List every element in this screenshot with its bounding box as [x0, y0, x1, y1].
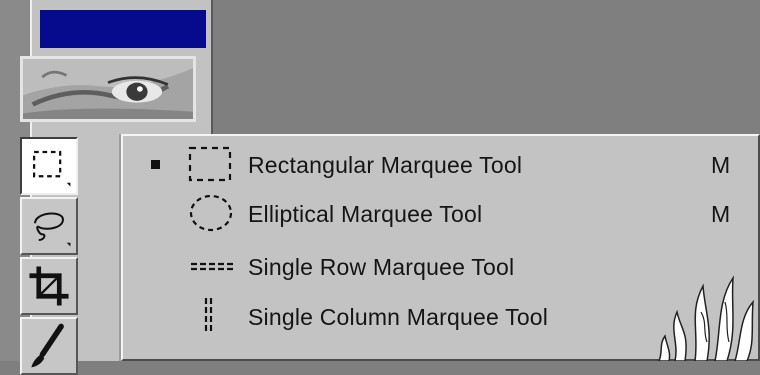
menu-item-shortcut: M	[711, 201, 731, 227]
selected-check-icon	[151, 160, 160, 169]
crop-icon	[29, 266, 69, 306]
decorative-splash-graphic	[658, 275, 754, 361]
elliptical-marquee-icon	[189, 194, 233, 232]
single-column-marquee-icon	[204, 298, 213, 334]
lasso-tool-button[interactable]	[20, 197, 78, 255]
brush-icon	[31, 323, 64, 368]
menu-item-label: Single Column Marquee Tool	[248, 304, 549, 330]
crop-tool-button[interactable]	[20, 257, 78, 315]
single-row-marquee-icon	[191, 262, 233, 271]
menu-item-label: Elliptical Marquee Tool	[248, 201, 483, 227]
rectangular-marquee-icon	[188, 146, 232, 182]
toolbox-titlebar[interactable]	[40, 10, 206, 48]
menu-item-label: Single Row Marquee Tool	[248, 254, 515, 280]
toolbox-logo-image[interactable]	[20, 56, 196, 122]
menu-item-label: Rectangular Marquee Tool	[248, 152, 523, 178]
lasso-icon	[34, 212, 71, 247]
menu-item-elliptical-marquee[interactable]: Elliptical Marquee Tool M	[123, 189, 758, 237]
menu-item-shortcut: M	[711, 152, 731, 178]
rectangular-marquee-icon	[32, 150, 71, 187]
brush-tool-button[interactable]	[20, 317, 78, 375]
rectangular-marquee-tool-button[interactable]	[20, 137, 78, 195]
menu-item-rectangular-marquee[interactable]: Rectangular Marquee Tool M	[123, 140, 758, 188]
